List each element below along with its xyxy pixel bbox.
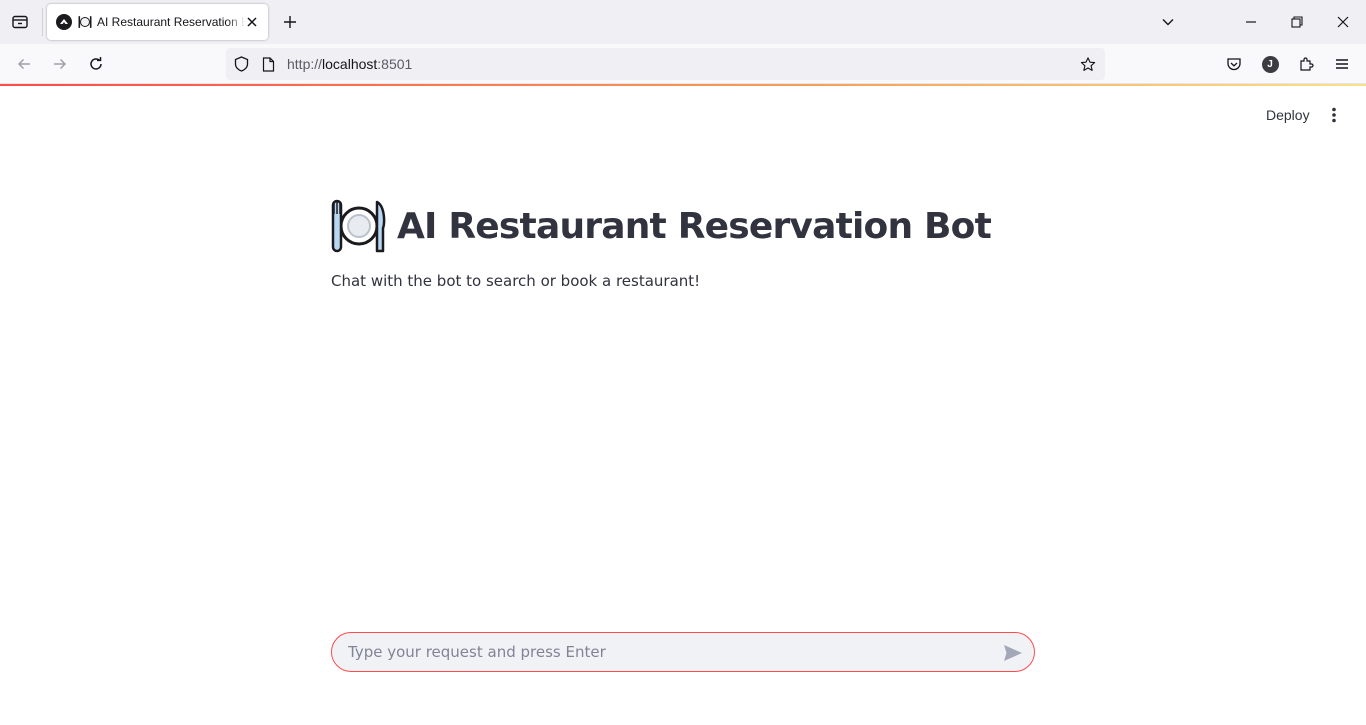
minimize-icon[interactable] [1241,12,1261,32]
chat-input[interactable] [348,633,988,671]
bookmark-star-icon[interactable] [1080,56,1096,72]
chat-input-container [331,632,1035,672]
close-tab-icon[interactable] [244,14,260,30]
extensions-icon[interactable] [1295,53,1317,75]
tab-strip: AI Restaurant Reservation Bot [0,0,1366,44]
url-host: localhost [322,56,378,72]
account-avatar-icon[interactable]: J [1259,53,1281,75]
account-initial: J [1261,55,1279,73]
url-text[interactable]: http://localhost:8501 [287,56,412,72]
list-all-tabs-icon[interactable] [1158,12,1178,32]
reload-icon[interactable] [85,53,107,75]
shield-icon[interactable] [233,56,249,72]
url-scheme: http:// [287,56,323,72]
fork-knife-plate-icon [331,199,386,253]
tab-title: AI Restaurant Reservation Bot [97,15,245,29]
deploy-button[interactable]: Deploy [1258,103,1318,127]
new-tab-icon[interactable] [280,12,300,32]
page-title: AI Restaurant Reservation Bot [331,198,992,254]
back-arrow-icon[interactable] [13,53,35,75]
main-menu-icon[interactable] [1324,105,1344,125]
app-title: AI Restaurant Reservation Bot [397,205,992,247]
pocket-icon[interactable] [1223,53,1245,75]
url-port: :8501 [377,56,413,72]
forward-arrow-icon[interactable] [49,53,71,75]
tab-manager-icon[interactable] [8,10,32,34]
restore-icon[interactable] [1287,12,1307,32]
navigation-toolbar: http://localhost:8501 J [0,44,1366,84]
close-window-icon[interactable] [1333,12,1353,32]
page-icon[interactable] [260,56,276,72]
address-bar[interactable]: http://localhost:8501 [226,48,1105,80]
send-icon[interactable] [1002,642,1024,664]
streamlit-app: Deploy AI Restaurant Reservation Bot Cha… [0,86,1366,725]
fork-knife-plate-icon [78,16,92,28]
app-subtitle: Chat with the bot to search or book a re… [331,272,701,290]
browser-tab-active[interactable]: AI Restaurant Reservation Bot [47,4,268,40]
streamlit-favicon-icon [56,14,72,30]
tab-separator [42,8,43,36]
hamburger-menu-icon[interactable] [1331,53,1353,75]
